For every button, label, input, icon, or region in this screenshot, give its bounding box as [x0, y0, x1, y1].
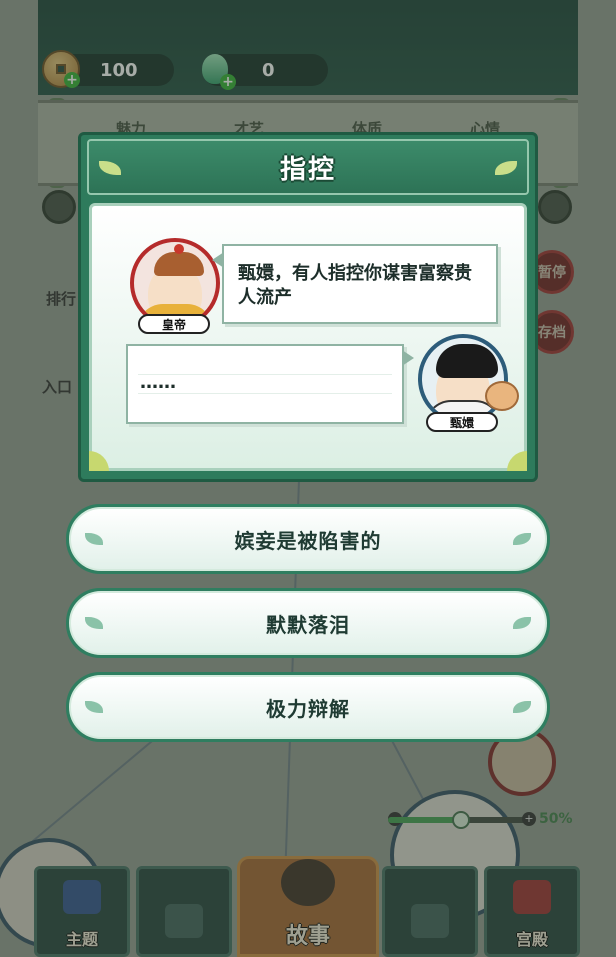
- leaf-icon: [513, 617, 531, 629]
- bubble-lines: [138, 356, 392, 412]
- zhen-huan-avatar: [418, 334, 508, 424]
- hair: [436, 344, 498, 378]
- choice-label: 嫔妾是被陷害的: [234, 528, 382, 553]
- leaf-icon: [513, 533, 531, 545]
- speaker-name: 皇帝: [138, 314, 210, 334]
- speaker-name: 甄嬛: [426, 412, 498, 432]
- choice-button[interactable]: 极力辩解: [66, 672, 550, 742]
- accusation-dialog: 指控 皇帝 甄嬛，有人指控你谋害富察贵人流产 …… 甄嬛: [78, 132, 538, 482]
- choice-label: 默默落泪: [266, 612, 350, 637]
- choice-button[interactable]: 默默落泪: [66, 588, 550, 658]
- speech-text: 甄嬛，有人指控你谋害富察贵人流产: [238, 263, 472, 308]
- choice-face[interactable]: 默默落泪: [69, 591, 547, 655]
- dialog-title: 指控: [279, 154, 336, 185]
- leaf-icon: [85, 701, 103, 713]
- speech-bubble: 甄嬛，有人指控你谋害富察贵人流产: [212, 244, 498, 324]
- puppy-icon: [485, 381, 519, 411]
- leaf-icon: [85, 617, 103, 629]
- choice-button[interactable]: 嫔妾是被陷害的: [66, 504, 550, 574]
- speech-text: ……: [140, 372, 176, 393]
- emperor-hat: [154, 244, 204, 276]
- choice-face[interactable]: 极力辩解: [69, 675, 547, 739]
- corner-leaf-icon: [507, 451, 527, 471]
- choice-label: 极力辩解: [266, 696, 350, 721]
- leaf-icon: [495, 161, 517, 175]
- speech-bubble: ……: [126, 344, 414, 424]
- dialog-body: 皇帝 甄嬛，有人指控你谋害富察贵人流产 …… 甄嬛: [89, 203, 527, 471]
- dialog-header: 指控: [87, 139, 529, 195]
- leaf-icon: [99, 161, 121, 175]
- leaf-icon: [85, 533, 103, 545]
- leaf-icon: [513, 701, 531, 713]
- corner-leaf-icon: [89, 451, 109, 471]
- choice-face[interactable]: 嫔妾是被陷害的: [69, 507, 547, 571]
